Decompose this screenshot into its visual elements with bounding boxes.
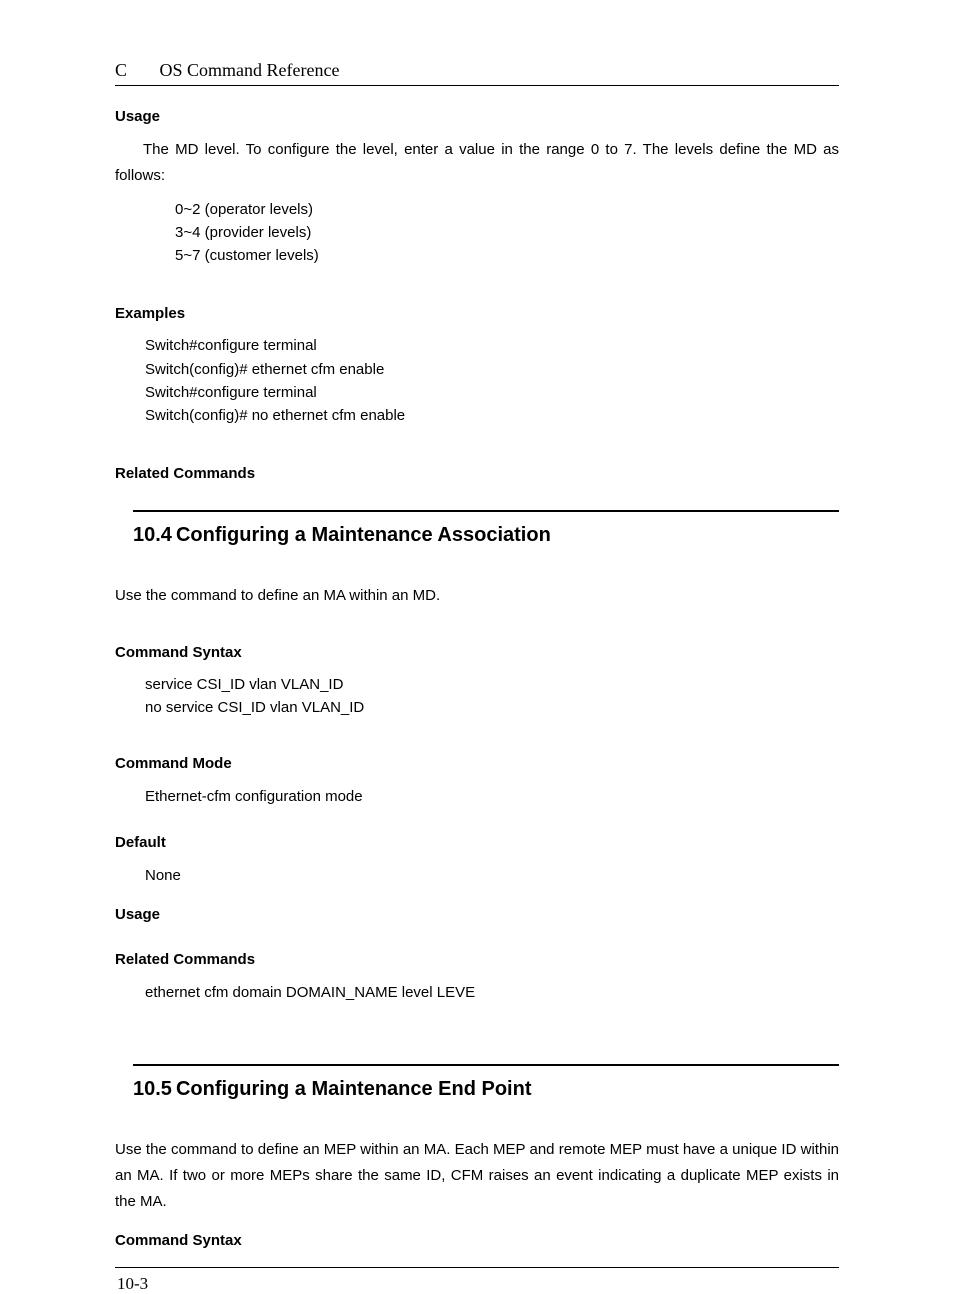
level-list: 0~2 (operator levels) 3~4 (provider leve… [175,198,839,268]
examples-block: Switch#configure terminal Switch(config)… [145,334,839,427]
section-rule [133,510,839,512]
section-intro: Use the command to define an MEP within … [115,1137,839,1216]
section-intro: Use the command to define an MA within a… [115,583,839,609]
usage-text: The MD level. To configure the level, en… [115,137,839,190]
code-line: Switch(config)# ethernet cfm enable [145,358,839,381]
list-item: 0~2 (operator levels) [175,198,839,221]
code-line: no service CSI_ID vlan VLAN_ID [145,696,839,719]
mode-value: Ethernet-cfm configuration mode [145,784,839,810]
document-page: C OS Command Reference Usage The MD leve… [0,0,954,1235]
related-value: ethernet cfm domain DOMAIN_NAME level LE… [145,980,839,1006]
syntax-heading-2: Command Syntax [115,1232,839,1249]
default-value: None [145,863,839,889]
section-rule [133,1064,839,1066]
syntax-heading: Command Syntax [115,644,839,661]
section-10-5-heading: 10.5Configuring a Maintenance End Point [133,1078,839,1101]
section-title: Configuring a Maintenance End Point [176,1078,532,1100]
usage-heading: Usage [115,108,839,125]
footer-rule [115,1267,839,1268]
code-line: Switch#configure terminal [145,334,839,357]
page-number: 10-3 [117,1274,839,1294]
related-heading-2: Related Commands [115,951,839,968]
related-heading: Related Commands [115,465,839,482]
code-line: Switch#configure terminal [145,381,839,404]
syntax-block: service CSI_ID vlan VLAN_ID no service C… [145,673,839,720]
section-number: 10.5 [133,1078,172,1100]
code-line: service CSI_ID vlan VLAN_ID [145,673,839,696]
section-number: 10.4 [133,524,172,546]
section-10-4-heading: 10.4Configuring a Maintenance Associatio… [133,524,839,547]
usage-heading-2: Usage [115,906,839,923]
list-item: 3~4 (provider levels) [175,221,839,244]
examples-heading: Examples [115,305,839,322]
mode-heading: Command Mode [115,755,839,772]
code-line: Switch(config)# no ethernet cfm enable [145,404,839,427]
running-header: C OS Command Reference [115,60,839,86]
header-title: OS Command Reference [160,60,340,80]
header-left: C [115,60,155,81]
list-item: 5~7 (customer levels) [175,244,839,267]
default-heading: Default [115,834,839,851]
section-title: Configuring a Maintenance Association [176,524,551,546]
